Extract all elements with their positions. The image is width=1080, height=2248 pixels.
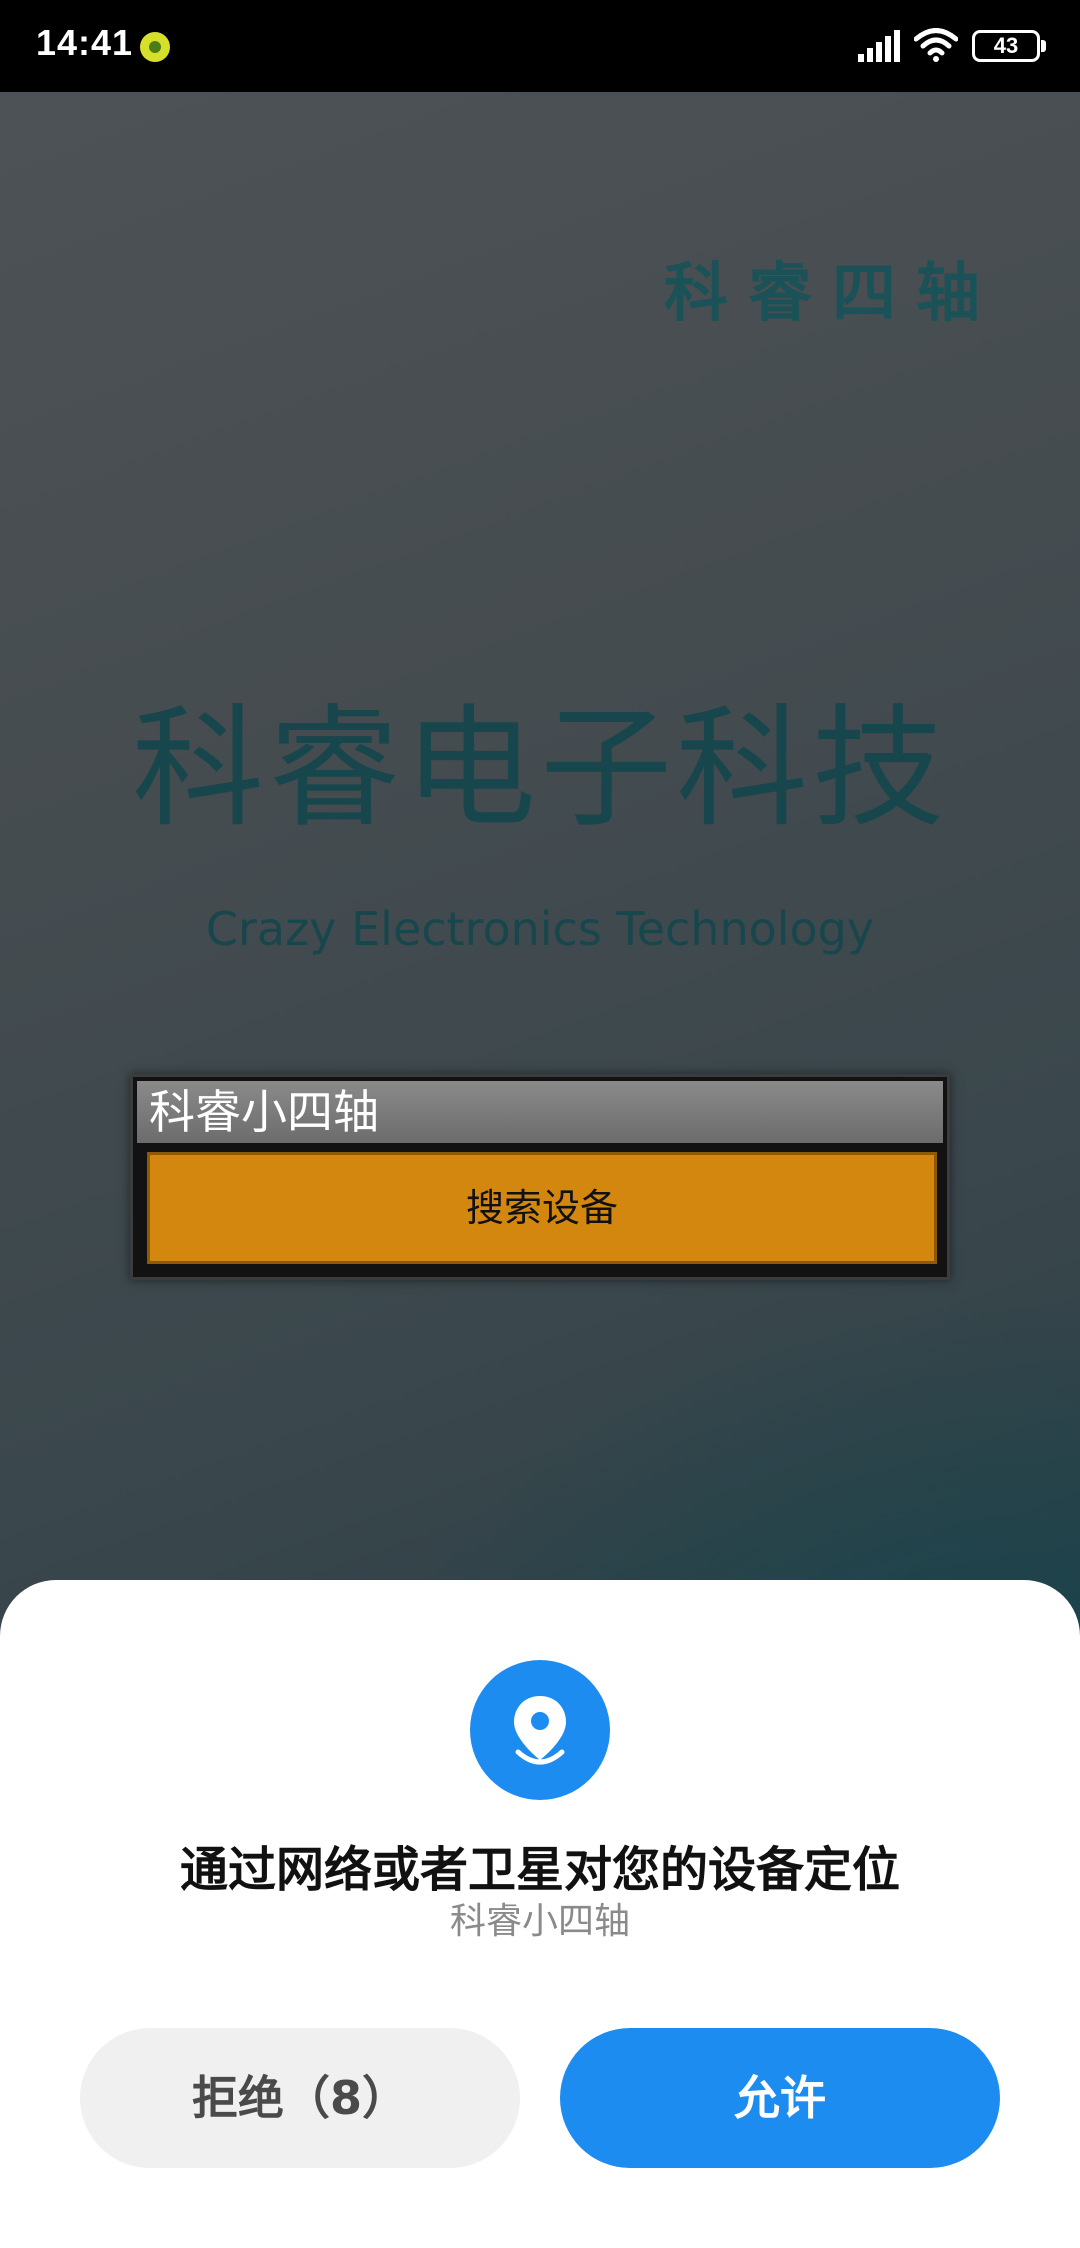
wifi-icon: [914, 28, 958, 62]
search-devices-button[interactable]: 搜索设备: [147, 1152, 937, 1264]
status-time: 14:41: [36, 22, 134, 63]
signal-icon: [858, 30, 900, 62]
status-bar: 14:41 43: [0, 0, 1080, 92]
company-subtitle: Crazy Electronics Technology: [205, 902, 875, 956]
deny-button[interactable]: 拒绝（8）: [80, 2028, 520, 2168]
allow-button[interactable]: 允许: [560, 2028, 1000, 2168]
dialog-title: 通过网络或者卫星对您的设备定位: [179, 1842, 900, 1898]
battery-indicator: 43: [972, 30, 1046, 62]
company-title: 科睿电子科技: [132, 692, 948, 846]
device-list: 科睿小四轴 搜索设备: [130, 1074, 950, 1280]
dialog-app-name: 科睿小四轴: [449, 1901, 630, 1942]
device-list-item[interactable]: 科睿小四轴: [137, 1081, 943, 1143]
location-permission-dialog: 通过网络或者卫星对您的设备定位 科睿小四轴 拒绝（8） 允许: [0, 1580, 1080, 2248]
app-notification-icon: [140, 32, 170, 62]
location-pin-icon: [470, 1660, 610, 1800]
brand-header: 科睿四轴: [664, 257, 1000, 331]
